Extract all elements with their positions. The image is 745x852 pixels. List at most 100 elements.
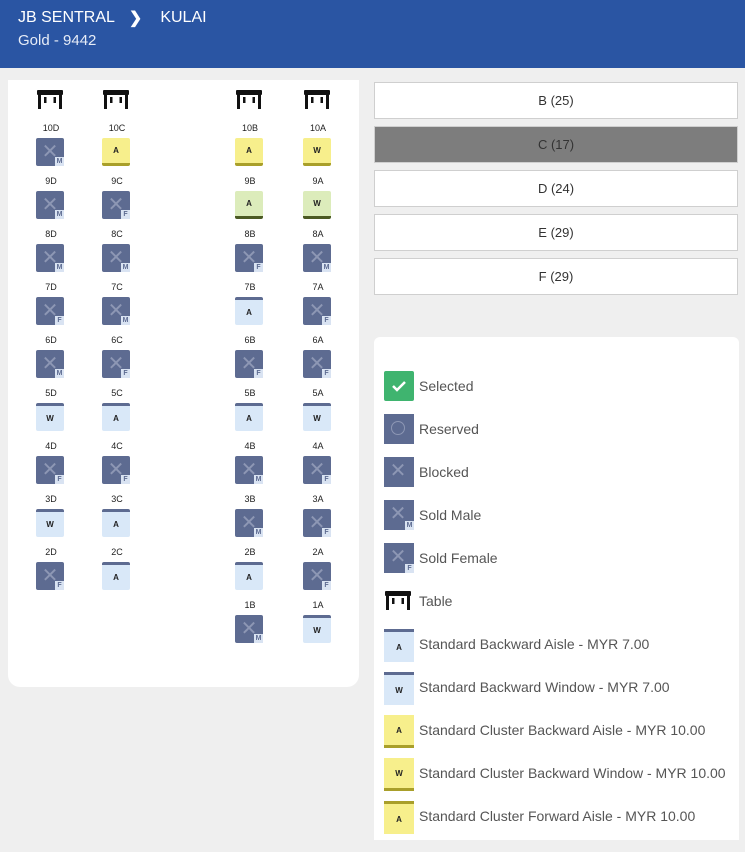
- seat-number: 6A: [312, 335, 324, 345]
- blocked-seat-icon: ✕ F: [303, 297, 331, 325]
- seat-number: 8A: [312, 229, 324, 239]
- seat-4d[interactable]: 4D ✕ F: [35, 441, 67, 489]
- standard-seat-icon: A: [235, 562, 263, 590]
- seat-number: 4C: [111, 441, 123, 451]
- coach-button-e[interactable]: E (29): [374, 214, 738, 251]
- origin-station: JB SENTRAL: [18, 9, 115, 26]
- seat-5b[interactable]: 5B A: [234, 388, 266, 436]
- blocked-seat-icon: ✕ M: [36, 350, 64, 378]
- seat-9d[interactable]: 9D ✕ M: [35, 176, 67, 224]
- blocked-seat-icon: ✕ F: [36, 562, 64, 590]
- seat-6b[interactable]: 6B ✕ F: [234, 335, 266, 383]
- seat-2c[interactable]: 2C A: [101, 547, 133, 595]
- seat-9b[interactable]: 9B A: [234, 176, 266, 224]
- legend-blocked-label: Blocked: [419, 464, 469, 480]
- seat-2a[interactable]: 2A ✕ F: [302, 547, 334, 595]
- seat-number: 5B: [244, 388, 256, 398]
- seat-4a[interactable]: 4A ✕ F: [302, 441, 334, 489]
- standard-aisle-seat-icon: A: [384, 629, 414, 662]
- seat-number: 7A: [312, 282, 324, 292]
- cluster-seat-icon: A: [102, 138, 130, 166]
- seat-number: 2D: [45, 547, 57, 557]
- seat-2b[interactable]: 2B A: [234, 547, 266, 595]
- seat-10d[interactable]: 10D ✕ M: [35, 123, 67, 171]
- blocked-seat-icon: ✕ M: [102, 244, 130, 272]
- blocked-seat-icon: ✕ M: [235, 509, 263, 537]
- seat-7a[interactable]: 7A ✕ F: [302, 282, 334, 330]
- blocked-seat-icon: ✕ F: [303, 562, 331, 590]
- legend-table-label: Table: [419, 593, 453, 609]
- blocked-seat-icon: ✕ M: [235, 456, 263, 484]
- coach-button-d[interactable]: D (24): [374, 170, 738, 207]
- seat-map: 10D ✕ M 10C A 10B A 10A W 9D ✕ M 9C ✕ F 9B A 9A W 8D ✕ M 8C ✕ M 8…: [8, 80, 359, 687]
- seat-8c[interactable]: 8C ✕ M: [101, 229, 133, 277]
- seat-6c[interactable]: 6C ✕ F: [101, 335, 133, 383]
- seat-10a[interactable]: 10A W: [302, 123, 334, 171]
- coach-info: Gold - 9442: [18, 32, 97, 49]
- seat-number: 1B: [244, 600, 256, 610]
- seat-legend: Selected Reserved ✕ Blocked ✕ M Sold Male…: [374, 337, 739, 840]
- blocked-seat-icon: ✕ M: [303, 244, 331, 272]
- legend-sold-male-label: Sold Male: [419, 507, 482, 523]
- seat-7d[interactable]: 7D ✕ F: [35, 282, 67, 330]
- seat-8b[interactable]: 8B ✕ F: [234, 229, 266, 277]
- legend-selected: Selected: [384, 371, 473, 401]
- seat-number: 10C: [108, 123, 126, 133]
- seat-9c[interactable]: 9C ✕ F: [101, 176, 133, 224]
- cluster-forward-aisle-seat-icon: A: [384, 801, 414, 834]
- cluster-aisle-seat-icon: A: [384, 715, 414, 748]
- table-icon: [235, 89, 263, 111]
- seat-number: 4B: [244, 441, 256, 451]
- seat-number: 4D: [45, 441, 57, 451]
- blocked-seat-icon: ✕ F: [303, 350, 331, 378]
- seat-number: 2A: [312, 547, 324, 557]
- seat-3c[interactable]: 3C A: [101, 494, 133, 542]
- seat-8a[interactable]: 8A ✕ M: [302, 229, 334, 277]
- seat-number: 8B: [244, 229, 256, 239]
- seat-7b[interactable]: 7B A: [234, 282, 266, 330]
- seat-4c[interactable]: 4C ✕ F: [101, 441, 133, 489]
- seat-3b[interactable]: 3B ✕ M: [234, 494, 266, 542]
- seat-5c[interactable]: 5C A: [101, 388, 133, 436]
- coach-button-b[interactable]: B (25): [374, 82, 738, 119]
- sold-male-icon: ✕ M: [384, 500, 414, 530]
- coach-button-f[interactable]: F (29): [374, 258, 738, 295]
- seat-number: 3B: [244, 494, 256, 504]
- seat-number: 10A: [309, 123, 326, 133]
- seat-number: 5D: [45, 388, 57, 398]
- seat-number: 4A: [312, 441, 324, 451]
- seat-5d[interactable]: 5D W: [35, 388, 67, 436]
- legend-std-back-aisle-label: Standard Backward Aisle - MYR 7.00: [419, 636, 650, 652]
- table-icon: [102, 89, 130, 111]
- seat-6d[interactable]: 6D ✕ M: [35, 335, 67, 383]
- seat-4b[interactable]: 4B ✕ M: [234, 441, 266, 489]
- trip-header: JB SENTRAL ❯ KULAI Gold - 9442: [0, 0, 745, 68]
- standard-seat-icon: A: [102, 509, 130, 537]
- blocked-seat-icon: ✕ M: [36, 138, 64, 166]
- blocked-seat-icon: ✕ F: [235, 350, 263, 378]
- seat-1b[interactable]: 1B ✕ M: [234, 600, 266, 648]
- seat-7c[interactable]: 7C ✕ M: [101, 282, 133, 330]
- seat-1a[interactable]: 1A W: [302, 600, 334, 648]
- seat-10b[interactable]: 10B A: [234, 123, 266, 171]
- clock-icon: [384, 414, 414, 444]
- seat-number: 7C: [111, 282, 123, 292]
- seat-8d[interactable]: 8D ✕ M: [35, 229, 67, 277]
- seat-number: 3C: [111, 494, 123, 504]
- seat-number: 2C: [111, 547, 123, 557]
- seat-2d[interactable]: 2D ✕ F: [35, 547, 67, 595]
- seat-9a[interactable]: 9A W: [302, 176, 334, 224]
- blocked-seat-icon: ✕ F: [235, 244, 263, 272]
- seat-3d[interactable]: 3D W: [35, 494, 67, 542]
- standard-seat-icon: A: [102, 562, 130, 590]
- legend-clu-fwd-aisle-label: Standard Cluster Forward Aisle - MYR 10.…: [419, 808, 696, 824]
- seat-number: 6D: [45, 335, 57, 345]
- seat-10c[interactable]: 10C A: [101, 123, 133, 171]
- blocked-seat-icon: ✕ F: [303, 456, 331, 484]
- seat-number: 7D: [45, 282, 57, 292]
- seat-6a[interactable]: 6A ✕ F: [302, 335, 334, 383]
- seat-5a[interactable]: 5A W: [302, 388, 334, 436]
- coach-button-c[interactable]: C (17): [374, 126, 738, 163]
- legend-clu-back-aisle-label: Standard Cluster Backward Aisle - MYR 10…: [419, 722, 706, 738]
- seat-3a[interactable]: 3A ✕ F: [302, 494, 334, 542]
